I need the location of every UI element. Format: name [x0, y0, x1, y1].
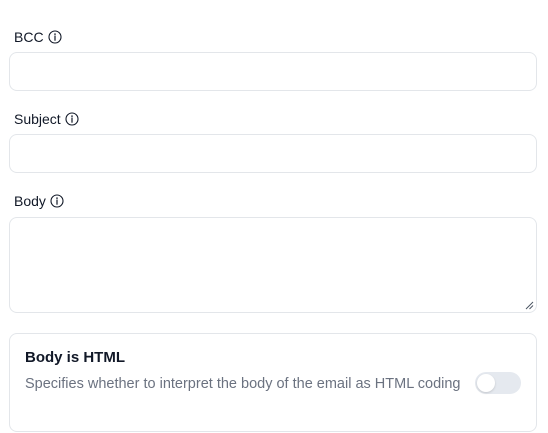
bcc-label: BCC — [14, 29, 44, 45]
body-label: Body — [14, 193, 46, 209]
bcc-input[interactable] — [9, 52, 537, 91]
body-is-html-description: Specifies whether to interpret the body … — [25, 376, 461, 392]
body-is-html-toggle[interactable] — [475, 372, 521, 394]
bcc-label-row: BCC — [14, 28, 62, 46]
resize-handle-icon[interactable] — [524, 300, 534, 310]
info-icon[interactable] — [50, 194, 64, 208]
body-is-html-card: Body is HTML Specifies whether to interp… — [9, 333, 537, 432]
subject-label: Subject — [14, 111, 61, 127]
body-label-row: Body — [14, 192, 64, 210]
body-textarea[interactable] — [9, 217, 537, 313]
info-icon[interactable] — [48, 30, 62, 44]
info-icon[interactable] — [65, 112, 79, 126]
toggle-knob — [477, 374, 495, 392]
subject-input[interactable] — [9, 134, 537, 173]
email-form: BCC Subject Body Body is HTML Specifies … — [0, 0, 548, 433]
body-is-html-title: Body is HTML — [25, 349, 125, 366]
subject-label-row: Subject — [14, 110, 79, 128]
